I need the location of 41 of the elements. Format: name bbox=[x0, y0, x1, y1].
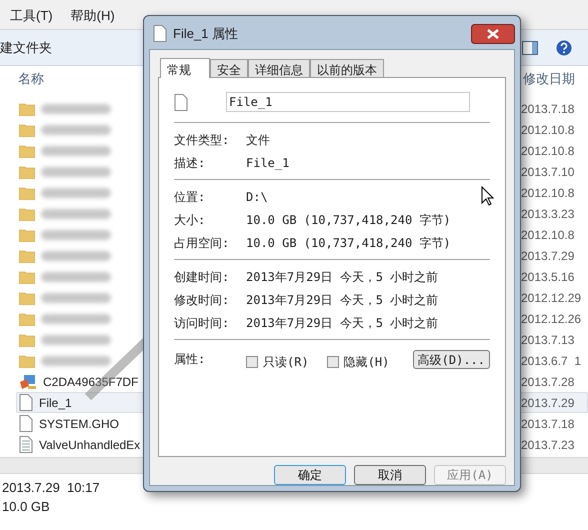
property-label: 位置: bbox=[174, 188, 206, 206]
property-label: 访问时间: bbox=[174, 314, 230, 332]
date-cell-text: 2013.5.16 bbox=[521, 268, 574, 286]
property-value: 2013年7月29日 今天，5 小时之前 bbox=[246, 268, 438, 286]
property-label: 创建时间: bbox=[174, 268, 230, 286]
date-cell-text: 2013.7.18 bbox=[521, 416, 574, 432]
property-label: 占用空间: bbox=[174, 234, 230, 252]
property-label: 文件类型: bbox=[174, 132, 230, 148]
date-cell-text: 2013.7.29 bbox=[521, 248, 574, 264]
property-value: D:\ bbox=[246, 188, 268, 206]
file-name: ValveUnhandledEx bbox=[39, 436, 140, 454]
dialog-title: File_1 属性 bbox=[173, 24, 238, 43]
date-cell-text: 2012.12.29 bbox=[521, 290, 582, 306]
date-cell-text: 2013.7.10 bbox=[521, 164, 574, 180]
date-cell-text: 2013.6.7 1 bbox=[521, 352, 582, 370]
date-cell-text: 2012.10.8 bbox=[521, 184, 574, 202]
file-name: C2DA49635F7DF bbox=[43, 374, 138, 390]
property-label: 大小: bbox=[174, 212, 206, 228]
status-text: 10.0 GB bbox=[2, 498, 51, 516]
file-name: SYSTEM.GHO bbox=[39, 416, 120, 432]
date-cell-text: 2013.7.29 bbox=[521, 394, 574, 412]
date-cell-text: 2012.10.8 bbox=[521, 226, 574, 244]
date-cell-text: 2013.3.23 bbox=[521, 206, 574, 222]
file-name: File_1 bbox=[39, 394, 72, 412]
date-cell-text: 2012.10.8 bbox=[521, 142, 574, 160]
attributes-label: 属性: bbox=[174, 351, 206, 368]
date-cell-text: 2013.7.23 bbox=[521, 436, 574, 454]
property-label: 描述: bbox=[174, 154, 206, 172]
property-label: 修改时间: bbox=[174, 292, 230, 308]
date-cell-text: 2013.7.13 bbox=[521, 332, 574, 348]
date-cell-text: 2012.10.8 bbox=[521, 122, 574, 138]
date-cell-text: 2013.7.18 bbox=[521, 100, 574, 118]
date-cell-text: 2012.12.26 bbox=[521, 310, 582, 328]
property-value: 10.0 GB (10,737,418,240 字节) bbox=[246, 212, 451, 228]
property-value: 10.0 GB (10,737,418,240 字节) bbox=[246, 234, 451, 252]
property-value: 2013年7月29日 今天，5 小时之前 bbox=[246, 314, 438, 332]
property-value: File_1 bbox=[246, 154, 290, 172]
status-text: 2013.7.29 10:17 bbox=[2, 479, 101, 497]
date-cell-text: 2013.7.28 bbox=[521, 374, 574, 390]
property-value: 2013年7月29日 今天，5 小时之前 bbox=[246, 292, 438, 308]
property-value: 文件 bbox=[246, 132, 270, 148]
